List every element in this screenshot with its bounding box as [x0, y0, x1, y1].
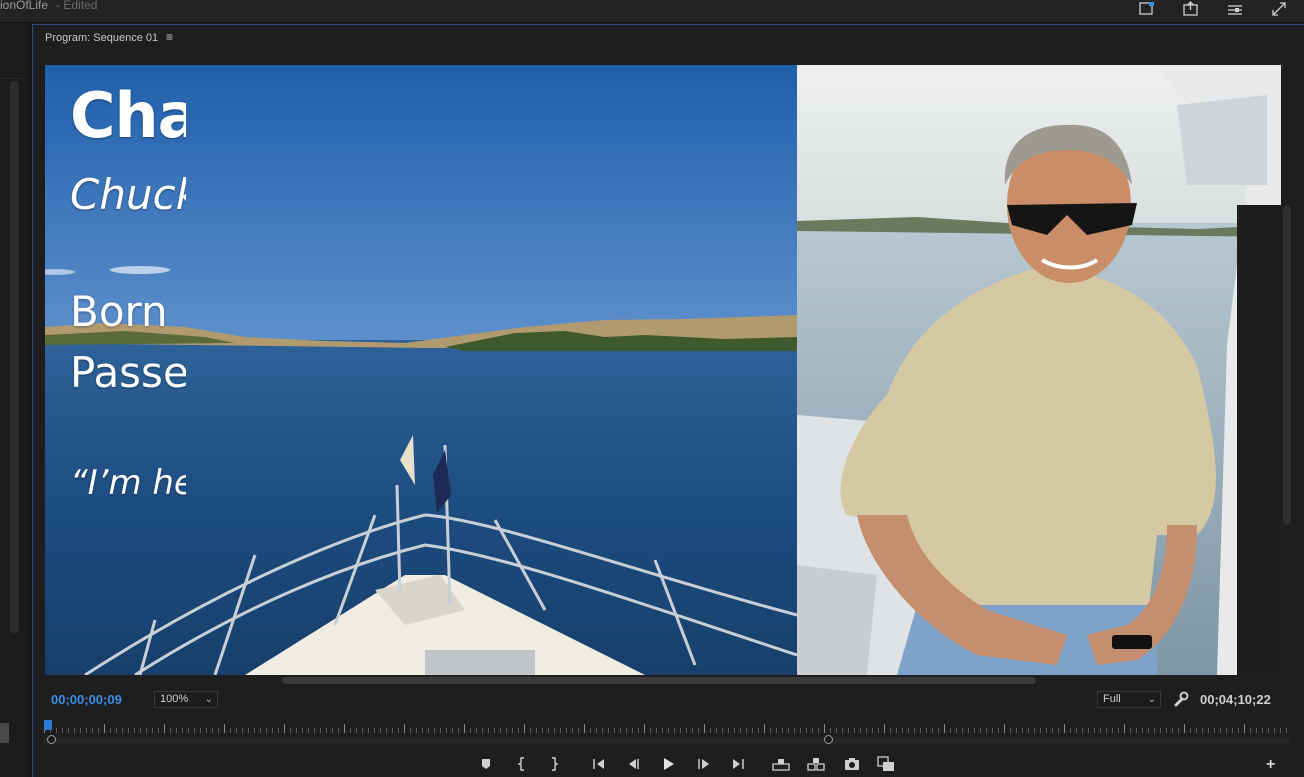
share-icon[interactable] — [1182, 1, 1200, 17]
title-text-overlay: Cha Chuck Born Passe “I’m he — [45, 65, 186, 675]
chevron-down-icon: ⌄ — [1147, 694, 1156, 705]
program-video-frame[interactable]: Cha Chuck Born Passe “I’m he — [45, 65, 1281, 675]
left-panel-scrollbar[interactable] — [10, 81, 19, 633]
workspace-icon[interactable] — [1138, 1, 1156, 17]
portrait-photo — [797, 65, 1281, 675]
out-point-marker[interactable] — [824, 735, 833, 744]
overlay-passed: Passe — [70, 348, 186, 397]
overlay-born: Born — [70, 287, 168, 336]
viewer-vertical-scrollbar[interactable] — [1283, 205, 1291, 525]
sequence-duration: 00;04;10;22 — [1200, 692, 1271, 707]
left-panel-selection — [0, 723, 9, 743]
current-timecode[interactable]: 00;00;00;09 — [51, 692, 122, 707]
ruler-track — [44, 738, 1290, 744]
panel-divider — [0, 78, 22, 79]
in-point-marker[interactable] — [47, 735, 56, 744]
fullscreen-icon[interactable] — [1270, 1, 1288, 17]
go-to-out-icon[interactable] — [729, 756, 747, 772]
resolution-value: Full — [1103, 693, 1121, 705]
edited-indicator: - Edited — [56, 0, 98, 12]
overlay-name: Cha — [70, 79, 186, 152]
overlay-nickname: Chuck — [70, 170, 186, 219]
project-panel-strip — [0, 23, 31, 777]
step-back-icon[interactable] — [625, 756, 643, 772]
overlay-quote: “I’m he — [70, 463, 186, 503]
quick-settings-icon[interactable] — [1226, 1, 1244, 17]
project-name: ionOfLife — [0, 0, 49, 12]
export-frame-icon[interactable] — [843, 756, 861, 772]
mark-out-icon[interactable] — [545, 756, 563, 772]
panel-title: Program: Sequence 01 — [45, 32, 159, 44]
settings-wrench-icon[interactable] — [1173, 691, 1189, 707]
add-button-icon[interactable]: + — [1266, 756, 1275, 774]
project-title: ionOfLife - Edited — [0, 0, 97, 12]
mark-in-icon[interactable] — [513, 756, 531, 772]
viewer-horizontal-scrollbar[interactable] — [282, 677, 1036, 684]
playback-resolution-dropdown[interactable]: Full ⌄ — [1097, 691, 1161, 708]
compare-view-icon[interactable] — [877, 756, 895, 772]
extract-icon[interactable] — [807, 756, 825, 772]
add-marker-icon[interactable] — [477, 756, 495, 772]
zoom-level-value: 100% — [160, 693, 189, 705]
step-forward-icon[interactable] — [695, 756, 713, 772]
zoom-level-dropdown[interactable]: 100% ⌄ — [154, 691, 218, 708]
lift-icon[interactable] — [772, 756, 790, 772]
app-title-bar: ionOfLife - Edited — [0, 0, 1304, 23]
playhead[interactable] — [44, 720, 52, 730]
chevron-down-icon: ⌄ — [204, 694, 213, 705]
hamburger-menu-icon[interactable]: ≡ — [166, 30, 173, 44]
go-to-in-icon[interactable] — [591, 756, 609, 772]
play-icon[interactable] — [660, 756, 678, 772]
